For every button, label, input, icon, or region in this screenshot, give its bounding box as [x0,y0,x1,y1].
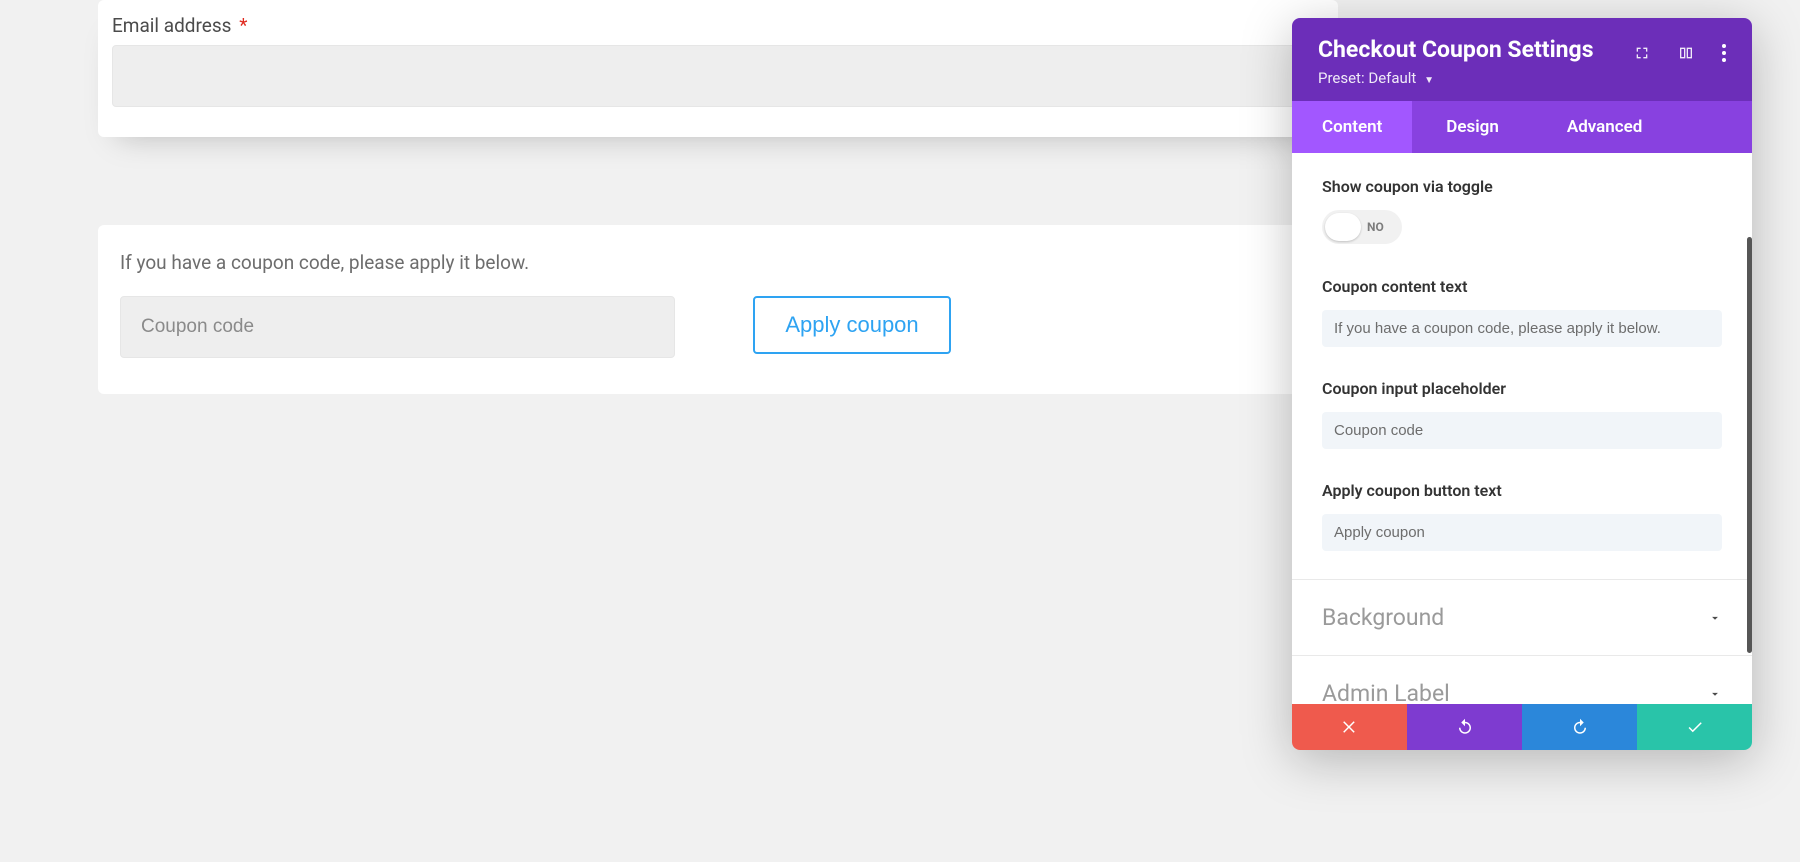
caret-down-icon: ▼ [1424,75,1434,86]
more-menu-icon[interactable] [1722,44,1726,62]
check-icon [1686,718,1704,736]
columns-icon[interactable] [1678,45,1694,61]
redo-icon [1571,718,1589,736]
accordion-background-label: Background [1322,604,1444,631]
panel-header: Checkout Coupon Settings Preset: Default… [1292,18,1752,101]
toggle-knob [1325,213,1361,241]
tab-content[interactable]: Content [1292,101,1412,153]
coupon-row: Apply coupon [120,296,1316,358]
undo-button[interactable] [1407,704,1522,750]
preview-canvas: Email address * If you have a coupon cod… [0,0,1335,394]
tab-advanced[interactable]: Advanced [1533,101,1673,153]
accordion-background[interactable]: Background [1292,579,1752,655]
panel-title-block: Checkout Coupon Settings Preset: Default… [1318,36,1634,87]
preset-label: Preset: [1318,69,1365,87]
panel-body[interactable]: Show coupon via toggle NO Coupon content… [1292,153,1752,704]
email-label-row: Email address * [112,0,1324,45]
email-input[interactable] [112,45,1324,107]
panel-tabs: Content Design Advanced [1292,101,1752,153]
chevron-down-icon [1708,611,1722,625]
panel-header-icons [1634,44,1726,62]
email-card: Email address * [98,0,1338,137]
input-button-text[interactable] [1322,514,1722,551]
save-button[interactable] [1637,704,1752,750]
field-label-show-toggle: Show coupon via toggle [1322,177,1722,196]
field-label-button-text: Apply coupon button text [1322,481,1722,500]
input-content-text[interactable] [1322,310,1722,347]
toggle-value: NO [1367,220,1384,234]
toggle-show-coupon[interactable]: NO [1322,210,1402,244]
accordion-admin-label[interactable]: Admin Label [1292,655,1752,704]
field-show-coupon-toggle: Show coupon via toggle NO [1292,153,1752,253]
panel-title: Checkout Coupon Settings [1318,36,1634,63]
input-placeholder-text[interactable] [1322,412,1722,449]
expand-icon[interactable] [1634,45,1650,61]
field-input-placeholder: Coupon input placeholder [1292,355,1752,457]
settings-panel: Checkout Coupon Settings Preset: Default… [1292,18,1752,750]
apply-coupon-button[interactable]: Apply coupon [753,296,951,354]
required-asterisk: * [239,14,247,37]
preset-selector[interactable]: Preset: Default ▼ [1318,69,1634,87]
field-label-input-placeholder: Coupon input placeholder [1322,379,1722,398]
panel-actions [1292,704,1752,750]
close-icon [1341,718,1359,736]
accordion-admin-label-text: Admin Label [1322,680,1450,704]
coupon-lead-text: If you have a coupon code, please apply … [120,251,1316,274]
coupon-code-input[interactable] [120,296,675,358]
field-button-text: Apply coupon button text [1292,457,1752,579]
cancel-button[interactable] [1292,704,1407,750]
field-content-text: Coupon content text [1292,253,1752,355]
field-label-content-text: Coupon content text [1322,277,1722,296]
scroll-thumb[interactable] [1747,237,1752,653]
preset-value: Default [1368,69,1416,87]
coupon-card: If you have a coupon code, please apply … [98,225,1338,394]
chevron-down-icon [1708,687,1722,701]
tab-design[interactable]: Design [1412,101,1533,153]
redo-button[interactable] [1522,704,1637,750]
email-label: Email address [112,14,231,37]
undo-icon [1456,718,1474,736]
